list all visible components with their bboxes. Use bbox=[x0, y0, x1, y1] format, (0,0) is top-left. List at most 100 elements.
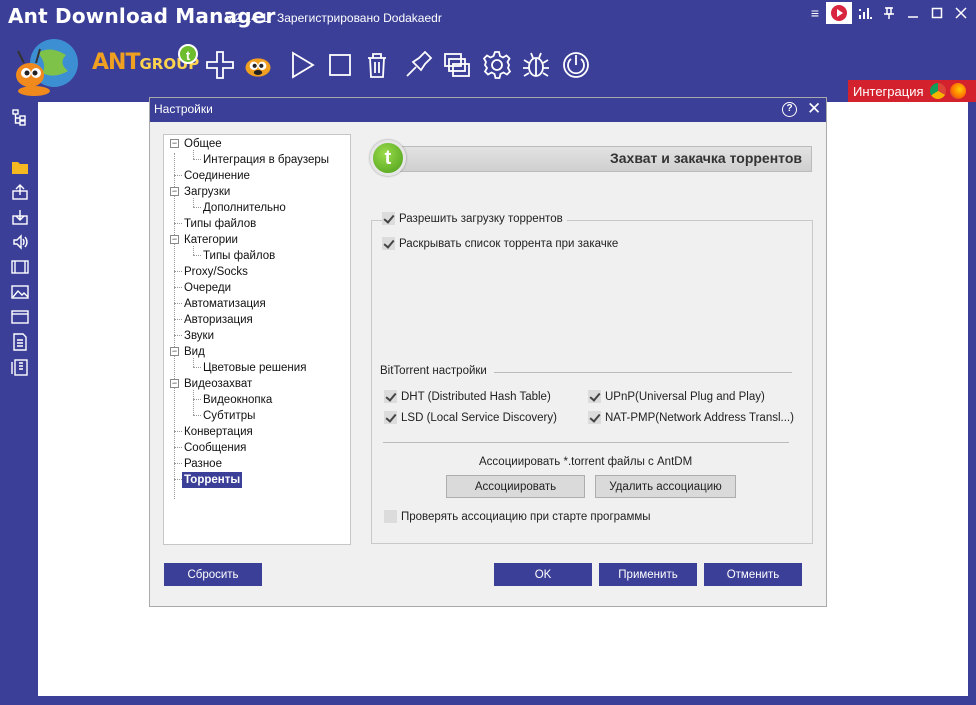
lsd-checkbox[interactable]: LSD (Local Service Discovery) bbox=[384, 411, 557, 424]
tree-item-categories[interactable]: Категории bbox=[184, 232, 238, 248]
tree-item-browser-integration[interactable]: Интеграция в браузеры bbox=[203, 152, 329, 168]
tree-item-advanced[interactable]: Дополнительно bbox=[203, 200, 286, 216]
tree-item-downloads[interactable]: Загрузки bbox=[184, 184, 230, 200]
tree-guide-line bbox=[174, 303, 182, 304]
tree-item-proxy[interactable]: Proxy/Socks bbox=[184, 264, 248, 280]
tree-item-messages[interactable]: Сообщения bbox=[184, 440, 246, 456]
maximize-icon[interactable] bbox=[924, 2, 950, 24]
tree-collapse-icon[interactable]: − bbox=[170, 379, 179, 388]
program-icon[interactable] bbox=[11, 308, 29, 326]
panel-header: t Захват и закачка торрентов bbox=[370, 134, 812, 182]
panel-title: Захват и закачка торрентов bbox=[609, 150, 802, 166]
archive-icon[interactable] bbox=[11, 358, 29, 376]
tree-guide-line bbox=[193, 159, 201, 160]
trash-icon[interactable] bbox=[362, 50, 392, 80]
tree-collapse-icon[interactable]: − bbox=[170, 235, 179, 244]
checkbox-label: DHT (Distributed Hash Table) bbox=[401, 390, 551, 403]
reset-button[interactable]: Сбросить bbox=[164, 563, 262, 586]
tree-item-conversion[interactable]: Конвертация bbox=[184, 424, 253, 440]
checkbox-label: Разрешить загрузку торрентов bbox=[399, 212, 563, 225]
tree-item-general[interactable]: Общее bbox=[184, 136, 222, 152]
checkbox-label: NAT-PMP(Network Address Transl...) bbox=[605, 411, 794, 424]
checkbox-box bbox=[384, 510, 397, 523]
menu-icon[interactable]: ≡ bbox=[802, 2, 828, 24]
tree-item-queues[interactable]: Очереди bbox=[184, 280, 231, 296]
tree-item-video-button[interactable]: Видеокнопка bbox=[203, 392, 272, 408]
checkbox-box bbox=[384, 411, 397, 424]
tree-item-video-capture[interactable]: Видеозахват bbox=[184, 376, 252, 392]
tree-item-automation[interactable]: Автоматизация bbox=[184, 296, 266, 312]
checkbox-box bbox=[588, 411, 601, 424]
tree-item-authorization[interactable]: Авторизация bbox=[184, 312, 253, 328]
ant-logo-icon bbox=[10, 35, 84, 97]
tree-item-file-types[interactable]: Типы файлов bbox=[184, 216, 256, 232]
video-icon[interactable] bbox=[11, 258, 29, 276]
add-icon[interactable] bbox=[205, 50, 235, 80]
upnp-checkbox[interactable]: UPnP(Universal Plug and Play) bbox=[588, 390, 765, 403]
tree-item-connection[interactable]: Соединение bbox=[184, 168, 250, 184]
audio-icon[interactable] bbox=[11, 233, 29, 251]
download-icon[interactable] bbox=[11, 208, 29, 226]
firefox-icon[interactable] bbox=[949, 83, 966, 99]
bug-icon[interactable] bbox=[521, 50, 551, 80]
tree-guide-line bbox=[174, 223, 182, 224]
tree-item-misc[interactable]: Разное bbox=[184, 456, 222, 472]
tree-item-torrents[interactable]: Торренты bbox=[182, 472, 243, 488]
checkbox-label: Раскрывать список торрента при закачке bbox=[399, 237, 619, 250]
check-association-checkbox[interactable]: Проверять ассоциацию при старте программ… bbox=[384, 510, 651, 523]
image-icon[interactable] bbox=[11, 283, 29, 301]
cancel-button[interactable]: Отменить bbox=[704, 563, 802, 586]
allow-torrents-checkbox[interactable]: Разрешить загрузку торрентов bbox=[382, 212, 567, 225]
folder-icon[interactable] bbox=[11, 158, 29, 176]
tree-item-category-file-types[interactable]: Типы файлов bbox=[203, 248, 275, 264]
pin-window-icon[interactable] bbox=[876, 2, 902, 24]
record-icon[interactable] bbox=[826, 2, 852, 24]
dialog-close-icon[interactable]: ✕ bbox=[807, 99, 821, 119]
bittorrent-section-label: BitTorrent настройки bbox=[380, 365, 487, 377]
help-icon[interactable]: ? bbox=[782, 102, 797, 117]
remove-association-button[interactable]: Удалить ассоциацию bbox=[595, 475, 736, 498]
tree-item-view[interactable]: Вид bbox=[184, 344, 205, 360]
associate-button[interactable]: Ассоциировать bbox=[446, 475, 585, 498]
integration-button[interactable]: Интеграция bbox=[848, 80, 976, 102]
expand-torrent-list-checkbox[interactable]: Раскрывать список торрента при закачке bbox=[382, 237, 618, 250]
stop-icon[interactable] bbox=[325, 50, 355, 80]
dht-checkbox[interactable]: DHT (Distributed Hash Table) bbox=[384, 390, 551, 403]
integration-label: Интеграция bbox=[853, 83, 924, 99]
settings-tree: − − − − − Общее Интеграция в браузеры Со… bbox=[163, 134, 351, 545]
tree-collapse-icon[interactable]: − bbox=[170, 187, 179, 196]
play-icon[interactable] bbox=[288, 50, 318, 80]
tree-guide-line bbox=[193, 367, 201, 368]
nat-pmp-checkbox[interactable]: NAT-PMP(Network Address Transl...) bbox=[588, 411, 794, 424]
tree-item-color-schemes[interactable]: Цветовые решения bbox=[203, 360, 306, 376]
tree-guide-line bbox=[193, 207, 201, 208]
pin-icon[interactable] bbox=[403, 50, 433, 80]
apply-button[interactable]: Применить bbox=[599, 563, 697, 586]
checkbox-box bbox=[588, 390, 601, 403]
tree-guide-line bbox=[174, 175, 182, 176]
document-icon[interactable] bbox=[11, 333, 29, 351]
upload-icon[interactable] bbox=[11, 183, 29, 201]
tree-collapse-icon[interactable]: − bbox=[170, 347, 179, 356]
tree-collapse-icon[interactable]: − bbox=[170, 139, 179, 148]
ant-mascot-icon[interactable] bbox=[243, 50, 279, 80]
speed-bars-icon[interactable] bbox=[852, 2, 878, 24]
close-icon[interactable] bbox=[948, 2, 974, 24]
gear-icon[interactable] bbox=[482, 50, 512, 80]
category-sidebar bbox=[0, 102, 38, 705]
windows-icon[interactable] bbox=[442, 50, 472, 80]
tree-item-sounds[interactable]: Звуки bbox=[184, 328, 214, 344]
chrome-icon[interactable] bbox=[929, 83, 946, 99]
title-bar: Ant Download Manager v.2.14.1 Зарегистри… bbox=[0, 0, 976, 32]
tree-view-icon[interactable] bbox=[11, 108, 29, 126]
power-icon[interactable] bbox=[561, 50, 591, 80]
checkbox-box bbox=[384, 390, 397, 403]
tree-item-subtitles[interactable]: Субтитры bbox=[203, 408, 255, 424]
registration-status: Зарегистрировано Dodakaedr bbox=[277, 11, 442, 25]
tree-guide-line bbox=[174, 271, 182, 272]
section-divider bbox=[383, 442, 789, 443]
minimize-icon[interactable] bbox=[900, 2, 926, 24]
tree-guide-line bbox=[174, 319, 182, 320]
ok-button[interactable]: OK bbox=[494, 563, 592, 586]
tree-guide-line bbox=[193, 390, 194, 415]
